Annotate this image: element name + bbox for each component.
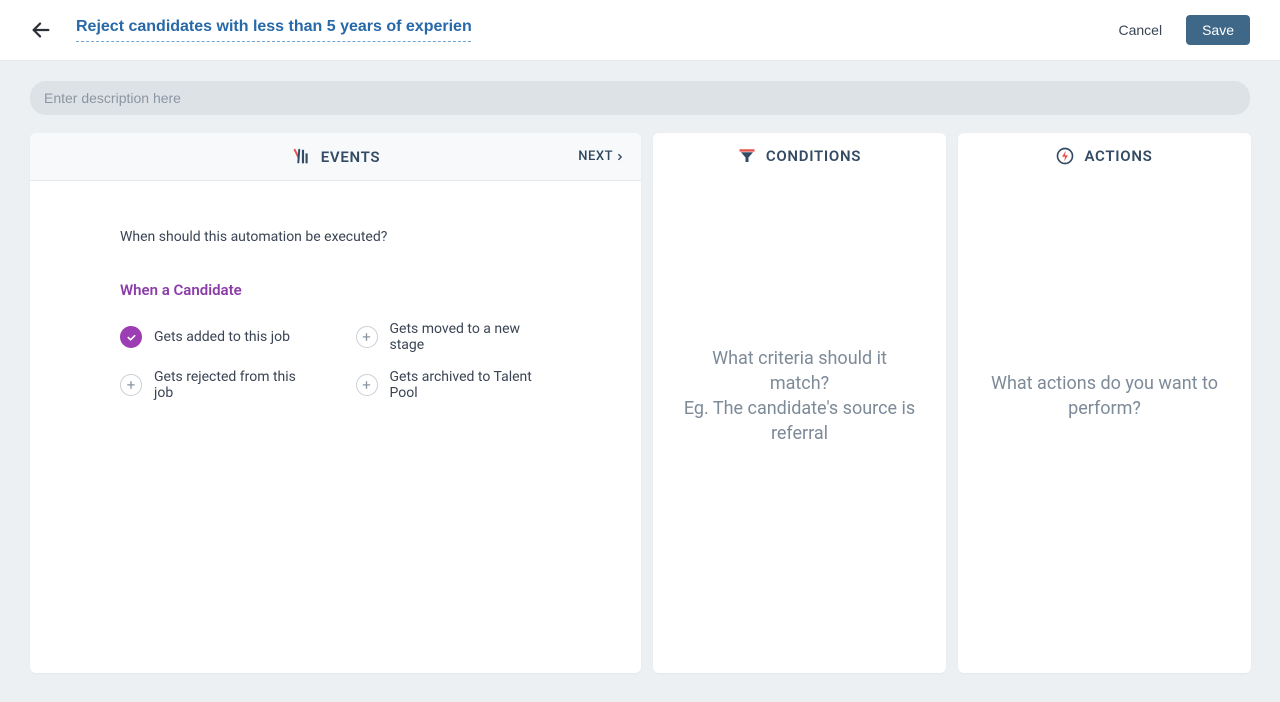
event-option-moved[interactable]: + Gets moved to a new stage bbox=[356, 321, 552, 353]
conditions-panel-title: CONDITIONS bbox=[738, 147, 861, 165]
panels-row: EVENTS NEXT When should this automation … bbox=[30, 133, 1250, 673]
event-option-label: Gets rejected from this job bbox=[154, 369, 316, 401]
event-option-label: Gets archived to Talent Pool bbox=[390, 369, 552, 401]
conditions-title-text: CONDITIONS bbox=[766, 147, 861, 165]
events-body: When should this automation be executed?… bbox=[30, 181, 641, 421]
header-right: Cancel Save bbox=[1118, 15, 1250, 45]
events-question: When should this automation be executed? bbox=[120, 229, 551, 245]
filter-icon bbox=[738, 147, 756, 165]
conditions-panel-header: CONDITIONS bbox=[653, 133, 946, 179]
header-left bbox=[30, 18, 471, 42]
event-option-label: Gets moved to a new stage bbox=[390, 321, 552, 353]
cancel-button[interactable]: Cancel bbox=[1118, 22, 1162, 38]
conditions-panel[interactable]: CONDITIONS What criteria should it match… bbox=[653, 133, 946, 673]
actions-empty: What actions do you want to perform? bbox=[958, 179, 1251, 673]
back-arrow-button[interactable] bbox=[30, 19, 52, 41]
events-panel-title: EVENTS bbox=[291, 148, 381, 166]
chevron-right-icon bbox=[615, 152, 625, 162]
events-options: Gets added to this job + Gets moved to a… bbox=[120, 321, 551, 401]
automation-title-input[interactable] bbox=[76, 18, 471, 42]
next-label: NEXT bbox=[578, 149, 613, 164]
check-icon bbox=[120, 326, 142, 348]
event-option-label: Gets added to this job bbox=[154, 329, 290, 345]
event-option-archived[interactable]: + Gets archived to Talent Pool bbox=[356, 369, 552, 401]
events-subtitle: When a Candidate bbox=[120, 281, 551, 299]
events-panel-header: EVENTS NEXT bbox=[30, 133, 641, 181]
conditions-empty-text: What criteria should it match?Eg. The ca… bbox=[681, 346, 918, 447]
save-button[interactable]: Save bbox=[1186, 15, 1250, 45]
plus-icon: + bbox=[356, 326, 378, 348]
lightning-icon bbox=[1056, 147, 1074, 165]
actions-panel-header: ACTIONS bbox=[958, 133, 1251, 179]
event-option-rejected[interactable]: + Gets rejected from this job bbox=[120, 369, 316, 401]
events-title-text: EVENTS bbox=[321, 148, 381, 166]
conditions-empty: What criteria should it match?Eg. The ca… bbox=[653, 179, 946, 673]
plus-icon: + bbox=[356, 374, 378, 396]
next-button[interactable]: NEXT bbox=[578, 149, 625, 164]
plus-icon: + bbox=[120, 374, 142, 396]
page-header: Cancel Save bbox=[0, 0, 1280, 61]
description-input[interactable] bbox=[30, 81, 1250, 115]
events-icon bbox=[291, 148, 311, 166]
actions-panel-title: ACTIONS bbox=[1056, 147, 1152, 165]
content-area: EVENTS NEXT When should this automation … bbox=[0, 61, 1280, 702]
event-option-added[interactable]: Gets added to this job bbox=[120, 321, 316, 353]
events-panel: EVENTS NEXT When should this automation … bbox=[30, 133, 641, 673]
arrow-left-icon bbox=[30, 19, 52, 41]
actions-title-text: ACTIONS bbox=[1084, 147, 1152, 165]
actions-panel[interactable]: ACTIONS What actions do you want to perf… bbox=[958, 133, 1251, 673]
actions-empty-text: What actions do you want to perform? bbox=[986, 371, 1223, 421]
